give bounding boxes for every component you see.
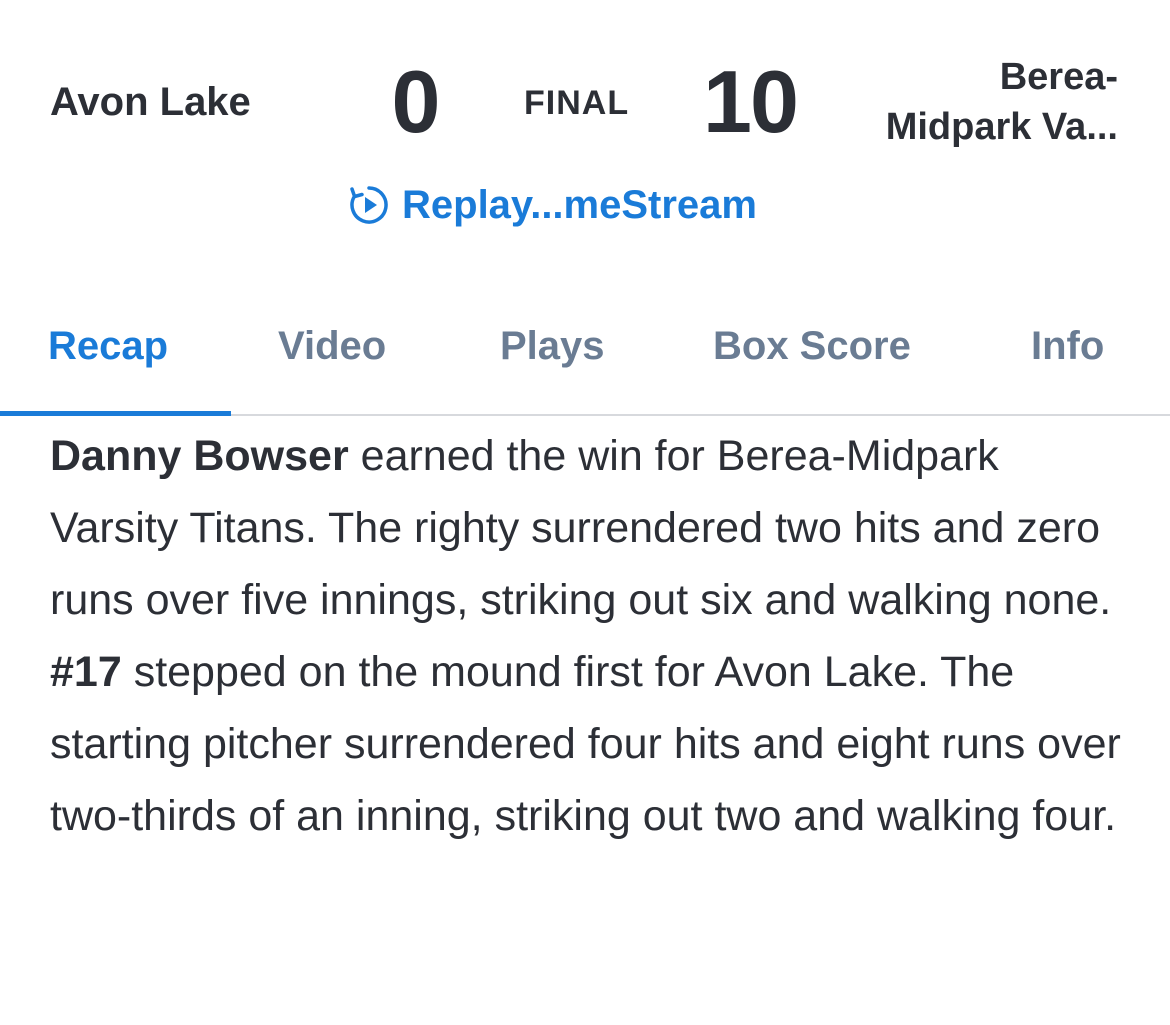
winning-pitcher-name[interactable]: Danny Bowser — [50, 432, 349, 480]
game-page: Avon Lake 0 FINAL 10 Berea- Midpark Va..… — [0, 0, 1170, 1025]
tab-box-score[interactable]: Box Score — [713, 324, 911, 369]
tab-bar: Recap Video Plays Box Score Info — [0, 300, 1170, 416]
tab-plays[interactable]: Plays — [500, 324, 605, 369]
starting-pitcher-name[interactable]: #17 — [50, 648, 122, 696]
away-team-score: 0 — [391, 52, 441, 151]
replay-link-label: Replay...meStream — [402, 182, 757, 227]
game-status: FINAL — [524, 84, 630, 122]
recap-content: Danny Bowser earned the win for Berea-Mi… — [50, 420, 1130, 852]
scoreboard: Avon Lake 0 FINAL 10 Berea- Midpark Va..… — [0, 0, 1170, 280]
recap-paragraph-winning-pitcher: Danny Bowser earned the win for Berea-Mi… — [50, 420, 1130, 636]
home-team-name[interactable]: Berea- Midpark Va... — [818, 52, 1118, 152]
away-team-name[interactable]: Avon Lake — [50, 80, 251, 125]
replay-link[interactable]: Replay...meStream — [346, 180, 757, 230]
recap-text: stepped on the mound first for Avon Lake… — [50, 648, 1121, 840]
home-team-score: 10 — [703, 52, 799, 151]
tab-info[interactable]: Info — [1031, 324, 1104, 369]
tab-video[interactable]: Video — [278, 324, 386, 369]
tab-recap[interactable]: Recap — [48, 324, 168, 369]
home-team-name-line1: Berea- — [999, 56, 1118, 98]
active-tab-indicator — [0, 411, 231, 416]
recap-paragraph-starting-pitcher: #17 stepped on the mound first for Avon … — [50, 636, 1130, 852]
home-team-name-line2: Midpark Va... — [885, 106, 1118, 148]
replay-play-icon — [346, 182, 392, 228]
